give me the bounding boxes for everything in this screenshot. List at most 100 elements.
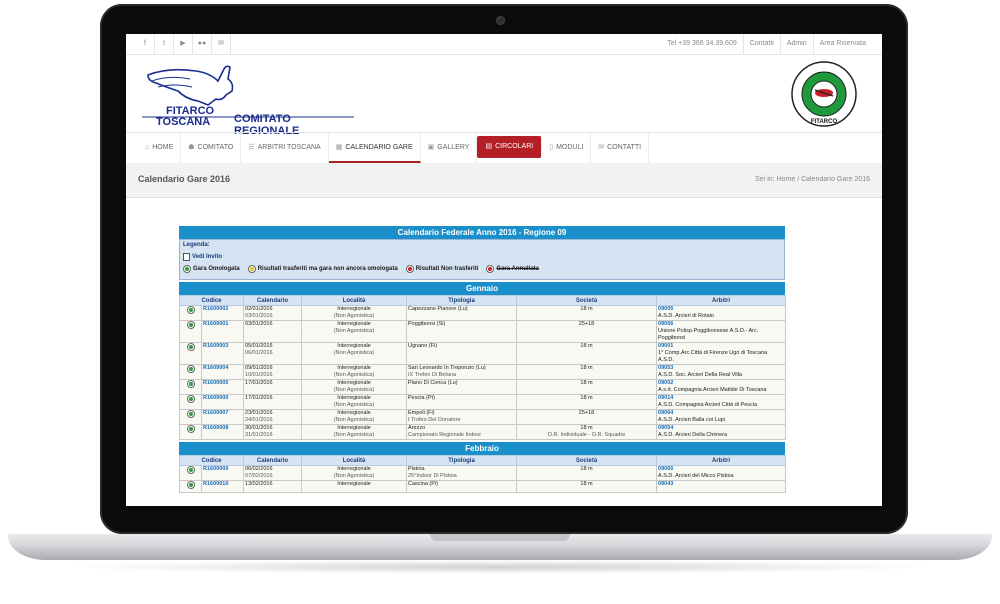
nav-home[interactable]: ⌂ HOME bbox=[138, 133, 182, 163]
societa-code-link[interactable]: 09005 bbox=[658, 307, 784, 314]
table-header-row: Codice Calendario Località Tipologia Società… bbox=[178, 455, 787, 466]
column-header: Arbitri bbox=[656, 295, 787, 306]
mail-icon[interactable]: ✉ bbox=[212, 34, 231, 54]
calendar-type-cell: Interregionale (Non Agonistica) bbox=[301, 394, 408, 410]
nav-circolari[interactable]: ▤ CIRCOLARI bbox=[477, 136, 543, 158]
legend-omologata: Gara Omologata bbox=[183, 265, 240, 273]
societa-code-link[interactable]: 09053 bbox=[658, 366, 784, 373]
tipologia-cell: 18 m bbox=[516, 305, 658, 321]
tipologia-cell: 18 m bbox=[516, 364, 658, 380]
date-cell-line: 02/01/2016 bbox=[245, 306, 273, 313]
facebook-icon[interactable]: f bbox=[136, 34, 155, 54]
calendar-type-cell-line: Interregionale bbox=[337, 395, 371, 402]
table-header-row: Codice Calendario Località Tipologia Società… bbox=[178, 295, 787, 306]
legend-vedi-invito-label: Vedi Invito bbox=[192, 254, 223, 260]
column-header: Società bbox=[516, 455, 658, 466]
societa-code-link[interactable]: 09043 bbox=[658, 482, 784, 489]
nav-comitato-label: COMITATO bbox=[197, 144, 234, 151]
site-header: FITARCO TOSCANA COMITATO REGIONALE FITAR… bbox=[126, 55, 882, 137]
legend-annullata: Gara Annullata bbox=[486, 265, 539, 273]
nav-arbitri-toscana[interactable]: ☰ ARBITRI TOSCANA bbox=[241, 133, 329, 163]
nav-calendario-gare[interactable]: ▦ CALENDARIO GARE bbox=[328, 133, 421, 163]
gara-code-link[interactable]: R1609002 bbox=[200, 305, 245, 321]
societa-cell: 09002 A.s.d. Compagnia Arcieri Matilde Di… bbox=[656, 379, 787, 395]
societa-name: A.S.D. Arcieri Balla coi Lupi bbox=[658, 417, 725, 423]
tipologia-cell: 18 m bbox=[516, 394, 658, 410]
browser-screen: f t ▶ ●● ✉ Tel +39 366 34.39.609 Contatt… bbox=[126, 34, 882, 506]
location-cell: Poggibonsi (Si) bbox=[406, 320, 518, 343]
breadcrumb-home[interactable]: Home bbox=[777, 176, 796, 183]
societa-code-link[interactable]: 09001 bbox=[658, 344, 784, 351]
date-cell-line: 17/01/2016 bbox=[245, 380, 273, 387]
tipologia-cell-line: 18 m bbox=[580, 306, 593, 313]
laptop-camera bbox=[497, 17, 504, 24]
societa-name: Unione Polisp.Poggibonsese A.S.D.- Arc. bbox=[658, 328, 759, 334]
gara-code-link[interactable]: R1609004 bbox=[200, 364, 245, 380]
date-cell-line: 31/01/2016 bbox=[245, 432, 273, 438]
page-title-bar: Calendario Gare 2016 Sei in: Home / Cale… bbox=[126, 163, 882, 198]
legend-pending: Risultati trasferiti ma gara non ancora … bbox=[247, 265, 398, 273]
nav-contatti[interactable]: ✉ CONTATTI bbox=[591, 133, 650, 163]
date-cell-line: 05/01/2016 bbox=[245, 343, 273, 350]
tipologia-cell: 18 m bbox=[516, 465, 658, 481]
societa-code-link[interactable]: 09054 bbox=[658, 426, 784, 433]
calendar-type-cell-line: Interregionale bbox=[337, 343, 371, 350]
gara-code-link[interactable]: R1609003 bbox=[200, 342, 245, 365]
gara-code-link[interactable]: R1609007 bbox=[200, 409, 245, 425]
admin-link[interactable]: Admin bbox=[779, 34, 813, 54]
date-cell: 23/01/2016 24/01/2016 bbox=[243, 409, 303, 425]
column-header: Società bbox=[516, 295, 658, 306]
youtube-icon[interactable]: ▶ bbox=[174, 34, 193, 54]
location-cell-line: Arezzo bbox=[408, 425, 426, 432]
societa-code-link[interactable]: 09065 bbox=[658, 467, 784, 474]
calendar-type-cell: Interregionale (Non Agonistica) bbox=[301, 305, 408, 321]
location-cell-line: 25°Indoor Di Pistoia bbox=[408, 473, 457, 479]
contatti-link[interactable]: Contatti bbox=[742, 34, 780, 54]
green-status-icon bbox=[186, 481, 195, 489]
gara-code-link[interactable]: R1609009 bbox=[200, 465, 245, 481]
breadcrumb-prefix: Sei in: bbox=[755, 176, 775, 183]
calendar-title: Calendario Federale Anno 2016 - Regione … bbox=[179, 226, 785, 239]
societa-code-link[interactable]: 09056 bbox=[658, 322, 784, 329]
calendar-table: Codice Calendario Località Tipologia Società… bbox=[178, 455, 787, 493]
tipologia-cell-line: 18 m bbox=[580, 365, 593, 372]
societa-code-link[interactable]: 09002 bbox=[658, 381, 784, 388]
table-row: R1609009 06/02/2016 07/02/2016 Interregiona… bbox=[179, 465, 787, 481]
column-header: Arbitri bbox=[656, 455, 787, 466]
green-status-icon bbox=[186, 321, 195, 329]
societa-name: A.S.D. Arcieri di Rotaio bbox=[658, 313, 714, 319]
site-logo[interactable]: FITARCO TOSCANA COMITATO REGIONALE bbox=[138, 61, 358, 137]
column-header: Calendario bbox=[243, 455, 303, 466]
date-cell-line: 03/01/2016 bbox=[245, 321, 273, 328]
area-riservata-link[interactable]: Area Riservata bbox=[812, 34, 872, 54]
societa-cell: 09014 A.S.D. Compagnia Arcieri Città di P… bbox=[656, 394, 787, 410]
flickr-icon[interactable]: ●● bbox=[193, 34, 212, 54]
green-status-icon bbox=[186, 395, 195, 403]
societa-code-link[interactable]: 09064 bbox=[658, 411, 784, 418]
societa-name: A.S.D. bbox=[658, 357, 674, 363]
date-cell-line: 23/01/2016 bbox=[245, 410, 273, 417]
nav-moduli[interactable]: ▯ MODULI bbox=[542, 133, 592, 163]
gara-code-link[interactable]: R1609001 bbox=[200, 320, 245, 343]
nav-gallery[interactable]: ▣ GALLERY bbox=[421, 133, 478, 163]
nav-moduli-label: MODULI bbox=[556, 144, 584, 151]
gara-code-link[interactable]: R1609008 bbox=[200, 424, 245, 440]
societa-cell: 09053 A.S.D. Soc. Arcieri Della Real Vill… bbox=[656, 364, 787, 380]
nav-comitato[interactable]: ☗ COMITATO bbox=[181, 133, 242, 163]
gara-code-link[interactable]: R1609000 bbox=[200, 394, 245, 410]
status-column-header: Codice bbox=[178, 295, 245, 306]
calendar-type-cell: Interregionale (Non Agonistica) bbox=[301, 379, 408, 395]
calendar-type-cell-line: Interregionale bbox=[337, 365, 371, 372]
gara-code-link[interactable]: R1609010 bbox=[200, 480, 245, 493]
page-title: Calendario Gare 2016 bbox=[138, 174, 231, 184]
calendar-type-cell-line: (Non Agonistica) bbox=[333, 350, 375, 356]
location-cell-line: Cascina (Pi) bbox=[408, 481, 438, 488]
societa-code-link[interactable]: 09014 bbox=[658, 396, 784, 403]
calendar-type-cell-line: Interregionale bbox=[337, 481, 371, 488]
status-cell bbox=[179, 480, 202, 493]
twitter-icon[interactable]: t bbox=[155, 34, 174, 54]
gara-code-link[interactable]: R1609005 bbox=[200, 379, 245, 395]
legend-annullata-label: Gara Annullata bbox=[496, 266, 539, 272]
column-header: Calendario bbox=[243, 295, 303, 306]
societa-cell: 09056 Unione Polisp.Poggibonsese A.S.D.- … bbox=[656, 320, 787, 343]
